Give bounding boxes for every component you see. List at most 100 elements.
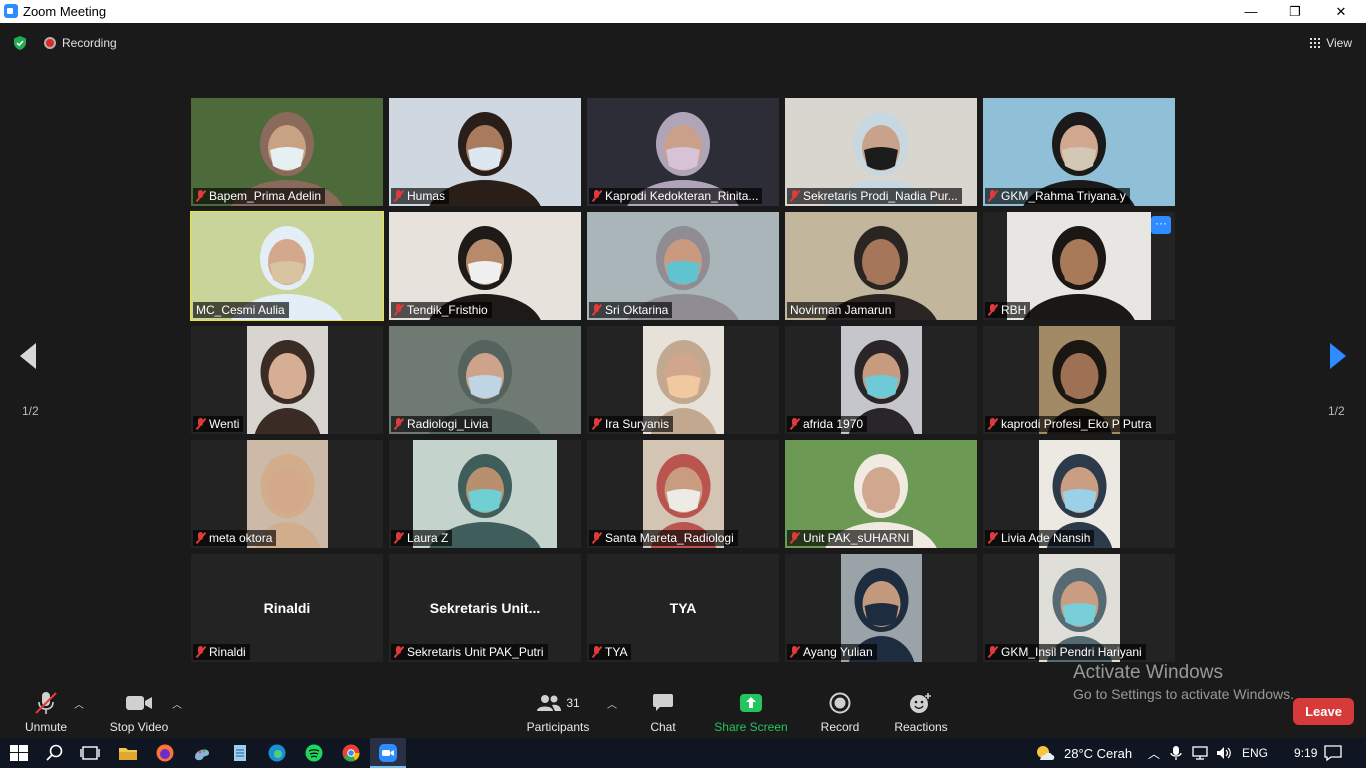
- video-tile[interactable]: Ira Suryanis: [587, 326, 779, 434]
- share-screen-button[interactable]: Share Screen: [712, 688, 790, 738]
- system-tray: ︿ ENG 9:19: [1148, 738, 1317, 768]
- muted-mic-icon: [988, 646, 997, 658]
- tray-microphone-icon[interactable]: [1170, 745, 1182, 761]
- search-icon[interactable]: [45, 743, 65, 763]
- video-tile[interactable]: Rinaldi Rinaldi: [191, 554, 383, 662]
- audio-options-caret-icon[interactable]: ︿: [74, 696, 84, 711]
- muted-mic-icon: [394, 646, 403, 658]
- video-tile[interactable]: TYA TYA: [587, 554, 779, 662]
- video-tile[interactable]: Ayang Yulian: [785, 554, 977, 662]
- previous-page-arrow-icon[interactable]: [18, 342, 38, 370]
- stop-video-button[interactable]: Stop Video: [106, 688, 172, 738]
- participant-name: Santa Mareta_Radiologi: [605, 531, 734, 545]
- chat-button[interactable]: Chat: [640, 688, 686, 738]
- notepad-icon[interactable]: [230, 743, 250, 763]
- participant-name: Wenti: [209, 417, 240, 431]
- video-tile[interactable]: Wenti: [191, 326, 383, 434]
- video-tile[interactable]: GKM_Rahma Triyana.y: [983, 98, 1175, 206]
- firefox-icon[interactable]: [155, 743, 175, 763]
- activate-windows-watermark: Activate Windows Go to Settings to activ…: [1073, 662, 1294, 702]
- participant-name: Livia Ade Nansih: [1001, 531, 1091, 545]
- reactions-smiley-icon: [910, 693, 931, 713]
- muted-mic-icon: [592, 190, 601, 202]
- video-tile[interactable]: MC_Cesmi Aulia: [190, 211, 384, 321]
- record-icon: [829, 692, 851, 714]
- muted-mic-icon: [196, 532, 205, 544]
- chat-label: Chat: [650, 720, 676, 734]
- video-tile[interactable]: afrida 1970: [785, 326, 977, 434]
- video-tile[interactable]: RBH ···: [983, 212, 1175, 320]
- minimize-button[interactable]: —: [1228, 0, 1274, 23]
- reactions-button[interactable]: Reactions: [890, 688, 952, 738]
- record-button[interactable]: Record: [814, 688, 866, 738]
- participant-name-label: Wenti: [193, 416, 244, 432]
- network-icon[interactable]: [1192, 746, 1208, 760]
- participant-name-label: Sekretaris Prodi_Nadia Pur...: [787, 188, 962, 204]
- muted-mic-icon: [394, 418, 403, 430]
- muted-mic-icon: [988, 190, 997, 202]
- weather-widget[interactable]: 28°C Cerah: [1034, 738, 1132, 768]
- video-tile[interactable]: kaprodi Profesi_Eko P Putra: [983, 326, 1175, 434]
- participant-name-label: Santa Mareta_Radiologi: [589, 530, 738, 546]
- tile-more-options-button[interactable]: ···: [1151, 216, 1171, 234]
- notifications-icon[interactable]: [1324, 744, 1342, 762]
- maximize-button[interactable]: ❐: [1272, 0, 1318, 23]
- video-tile[interactable]: Radiologi_Livia: [389, 326, 581, 434]
- record-label: Record: [820, 720, 860, 734]
- video-tile[interactable]: Humas: [389, 98, 581, 206]
- file-explorer-icon[interactable]: [118, 743, 138, 763]
- chrome-icon[interactable]: [341, 743, 361, 763]
- video-tile[interactable]: Sekretaris Unit... Sekretaris Unit PAK_Pu…: [389, 554, 581, 662]
- participant-name: MC_Cesmi Aulia: [196, 303, 285, 317]
- input-language[interactable]: ENG: [1242, 746, 1268, 760]
- participant-name-label: Sri Oktarina: [589, 302, 673, 318]
- spotify-icon[interactable]: [304, 743, 324, 763]
- window-title: Zoom Meeting: [23, 4, 107, 19]
- zoom-taskbar-button[interactable]: [370, 738, 406, 768]
- video-tile[interactable]: Novirman Jamarun: [785, 212, 977, 320]
- muted-mic-icon: [592, 646, 601, 658]
- page-indicator-right: 1/2: [1328, 404, 1345, 418]
- clock-time[interactable]: 9:19: [1294, 746, 1317, 760]
- video-tile[interactable]: Livia Ade Nansih: [983, 440, 1175, 548]
- view-button[interactable]: View: [1310, 36, 1352, 50]
- next-page-arrow-icon[interactable]: [1328, 342, 1348, 370]
- participants-options-caret-icon[interactable]: ︿: [607, 696, 617, 711]
- video-tile[interactable]: Kaprodi Kedokteran_Rinita...: [587, 98, 779, 206]
- paint-app-icon[interactable]: [192, 743, 212, 763]
- participants-button[interactable]: 31 Participants: [524, 688, 592, 738]
- leave-button[interactable]: Leave: [1293, 698, 1354, 725]
- activate-windows-subtitle: Go to Settings to activate Windows.: [1073, 686, 1294, 702]
- weather-sun-cloud-icon: [1037, 746, 1055, 760]
- task-view-icon[interactable]: [80, 743, 100, 763]
- video-tile[interactable]: Bapem_Prima Adelin: [191, 98, 383, 206]
- security-shield-icon[interactable]: [12, 35, 28, 51]
- participant-name-label: Ira Suryanis: [589, 416, 674, 432]
- edge-browser-icon[interactable]: [267, 743, 287, 763]
- close-button[interactable]: ✕: [1318, 0, 1364, 23]
- recording-indicator[interactable]: Recording: [44, 36, 117, 50]
- volume-icon[interactable]: [1216, 746, 1232, 760]
- video-tile[interactable]: Laura Z: [389, 440, 581, 548]
- video-tile[interactable]: Unit PAK_sUHARNI: [785, 440, 977, 548]
- windows-start-icon[interactable]: [9, 743, 29, 763]
- participant-name: afrida 1970: [803, 417, 864, 431]
- video-tile[interactable]: Santa Mareta_Radiologi: [587, 440, 779, 548]
- video-tile[interactable]: GKM_Insil Pendri Hariyani: [983, 554, 1175, 662]
- participant-name: Kaprodi Kedokteran_Rinita...: [605, 189, 759, 203]
- video-tile[interactable]: Tendik_Fristhio: [389, 212, 581, 320]
- video-tile[interactable]: Sri Oktarina: [587, 212, 779, 320]
- zoom-taskbar-icon: [379, 744, 397, 762]
- video-options-caret-icon[interactable]: ︿: [172, 696, 182, 711]
- unmute-button[interactable]: Unmute: [20, 688, 72, 738]
- video-tile[interactable]: Sekretaris Prodi_Nadia Pur...: [785, 98, 977, 206]
- muted-mic-icon: [592, 418, 601, 430]
- participant-name-label: Unit PAK_sUHARNI: [787, 530, 914, 546]
- participant-name-label: afrida 1970: [787, 416, 868, 432]
- show-hidden-icons-caret-icon[interactable]: ︿: [1148, 745, 1160, 762]
- participant-name: Sri Oktarina: [605, 303, 669, 317]
- video-tile[interactable]: meta oktora: [191, 440, 383, 548]
- participant-name-label: Livia Ade Nansih: [985, 530, 1095, 546]
- title-bar: Zoom Meeting — ❐ ✕: [0, 0, 1366, 23]
- unmute-label: Unmute: [24, 720, 68, 734]
